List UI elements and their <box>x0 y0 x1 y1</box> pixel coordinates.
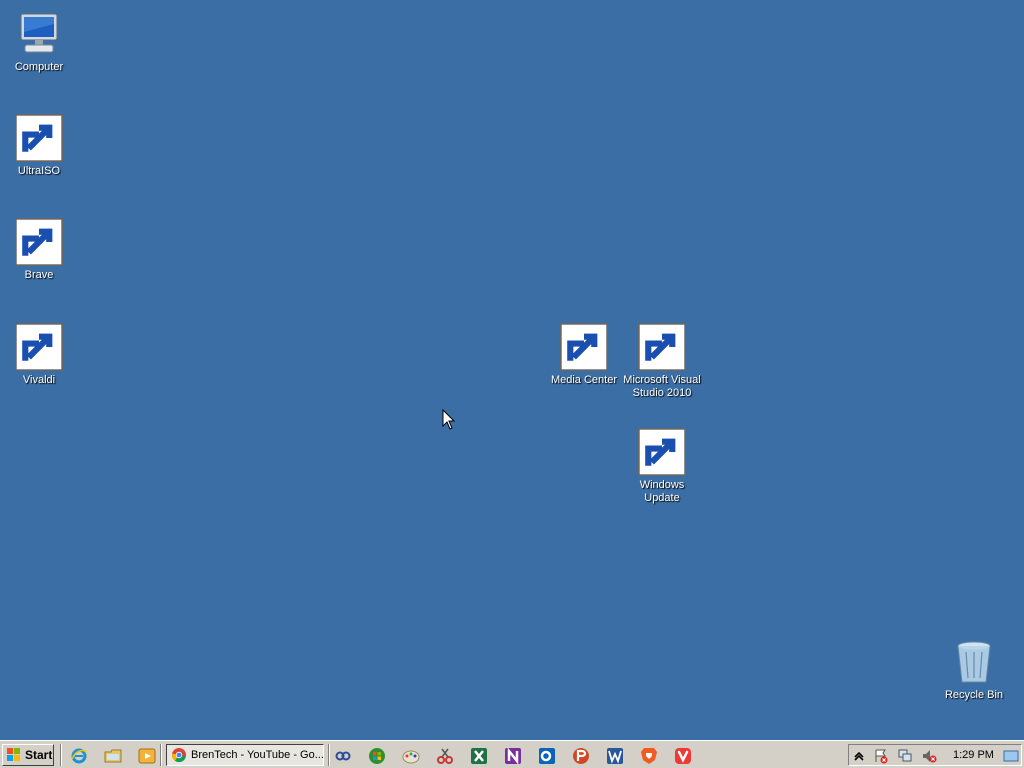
media-player-icon[interactable] <box>138 747 156 765</box>
desktop-icon-recycle-bin[interactable]: Recycle Bin <box>935 638 1013 702</box>
windows-update-icon <box>638 428 686 476</box>
internet-explorer-icon[interactable] <box>70 747 88 765</box>
start-button[interactable]: Start <box>2 744 54 766</box>
network-icon[interactable] <box>897 748 913 764</box>
desktop-icon-label: Media Center <box>550 374 618 386</box>
shortcut-arrow-icon <box>560 323 608 371</box>
start-label: Start <box>25 748 53 762</box>
visual-studio-icon <box>638 323 686 371</box>
chevron-up-icon[interactable] <box>851 748 867 764</box>
onenote-icon[interactable] <box>504 747 522 765</box>
desktop-icon-vivaldi[interactable]: Vivaldi <box>0 323 78 387</box>
mouse-pointer-icon <box>442 409 456 430</box>
show-desktop-icon[interactable] <box>1003 748 1019 764</box>
desktop-icon-computer[interactable]: Computer <box>0 10 78 74</box>
recycle-bin-icon <box>950 638 998 686</box>
taskbar-separator <box>328 744 330 766</box>
clock[interactable]: 1:29 PM <box>953 749 994 761</box>
shortcut-arrow-icon <box>15 114 63 162</box>
action-center-icon[interactable] <box>873 748 889 764</box>
desktop-icon-brave[interactable]: Brave <box>0 218 78 282</box>
desktop-icon-label: UltraISO <box>17 165 61 177</box>
desktop-icon-windows-update[interactable]: Windows Update <box>623 428 701 505</box>
file-explorer-icon[interactable] <box>104 747 122 765</box>
shortcut-arrow-icon <box>638 428 686 476</box>
computer-icon <box>15 10 63 58</box>
desktop-icon-media-center[interactable]: Media Center <box>545 323 623 387</box>
windows-media-center-icon[interactable] <box>368 747 386 765</box>
desktop-icon-label: Microsoft Visual Studio 2010 <box>623 374 701 399</box>
link-icon[interactable] <box>334 747 352 765</box>
desktop-icon-label: Brave <box>24 269 54 281</box>
desktop-icon-label: Recycle Bin <box>944 689 1004 701</box>
word-icon[interactable] <box>606 747 624 765</box>
shortcut-arrow-icon <box>15 218 63 266</box>
powerpoint-icon[interactable] <box>572 747 590 765</box>
taskbar-window-button[interactable]: BrenTech - YouTube - Go... <box>166 744 324 766</box>
outlook-icon[interactable] <box>538 747 556 765</box>
excel-icon[interactable] <box>470 747 488 765</box>
vivaldi-taskbar-icon[interactable] <box>674 747 692 765</box>
desktop-icon-visual-studio-2010[interactable]: Microsoft Visual Studio 2010 <box>623 323 701 400</box>
desktop-icon-label: Windows Update <box>639 479 685 504</box>
brave-icon[interactable] <box>640 747 658 765</box>
chrome-icon <box>171 748 186 763</box>
taskbar-separator <box>60 744 62 766</box>
system-tray: 1:29 PM <box>848 744 1022 766</box>
taskbar-separator <box>160 744 162 766</box>
volume-muted-icon[interactable] <box>921 748 937 764</box>
disc-icon <box>15 114 63 162</box>
snipping-icon[interactable] <box>436 747 454 765</box>
desktop: Computer UltraISO Brave Vivaldi Media Ce… <box>0 0 1024 740</box>
brave-lion-icon <box>15 218 63 266</box>
taskbar-window-title: BrenTech - YouTube - Go... <box>191 749 324 761</box>
desktop-icon-label: Vivaldi <box>22 374 56 386</box>
media-center-icon <box>560 323 608 371</box>
desktop-icon-ultraiso[interactable]: UltraISO <box>0 114 78 178</box>
taskbar: Start BrenTech - YouTube - Go... 1:29 PM <box>0 740 1024 768</box>
vivaldi-icon <box>15 323 63 371</box>
shortcut-arrow-icon <box>638 323 686 371</box>
desktop-icon-label: Computer <box>14 61 64 73</box>
windows-flag-icon <box>7 748 20 761</box>
shortcut-arrow-icon <box>15 323 63 371</box>
paint-icon[interactable] <box>402 747 420 765</box>
